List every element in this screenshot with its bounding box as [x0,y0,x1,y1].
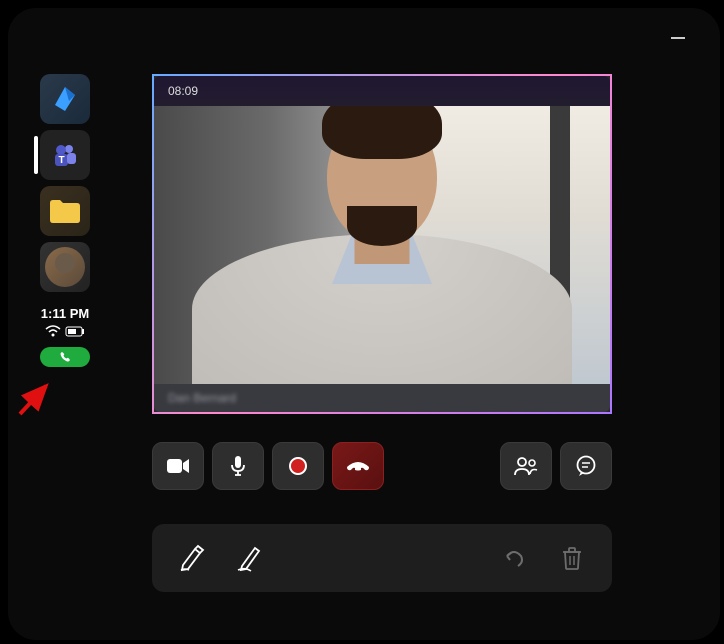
folder-icon [48,197,82,225]
person-beard [347,206,417,246]
pen-icon [235,543,265,573]
call-controls-left [152,442,384,490]
participants-button[interactable] [500,442,552,490]
microphone-button[interactable] [212,442,264,490]
call-controls [152,442,612,490]
minimize-icon [671,37,685,39]
camera-button[interactable] [152,442,204,490]
call-timer: 08:09 [168,84,198,98]
minimize-button[interactable] [668,28,688,48]
person-hair [322,106,442,159]
chat-button[interactable] [560,442,612,490]
phone-icon [59,351,71,363]
status-area: 1:11 PM [40,306,90,367]
pen-button[interactable] [232,540,268,576]
highlighter-icon [177,543,207,573]
delete-button[interactable] [554,540,590,576]
video-feed[interactable] [154,106,610,384]
highlighter-button[interactable] [174,540,210,576]
camera-icon [166,457,190,475]
battery-icon [65,326,85,337]
wifi-icon [45,325,61,337]
annotation-tools-right [496,540,590,576]
people-icon [514,456,538,476]
device-frame: T 1:11 PM [8,8,720,640]
sidebar-app-dynamics[interactable] [40,74,90,124]
trash-icon [562,546,582,570]
avatar-icon [45,247,85,287]
svg-text:T: T [58,155,64,166]
annotation-tools-left [174,540,268,576]
call-controls-right [500,442,612,490]
active-call-pill[interactable] [40,347,90,367]
teams-icon: T [49,139,81,171]
video-header: 08:09 [154,76,610,106]
record-icon [289,457,307,475]
status-icons [45,325,85,337]
microphone-icon [230,455,246,477]
dynamics-icon [49,83,81,115]
record-button[interactable] [272,442,324,490]
sidebar-app-profile[interactable] [40,242,90,292]
clock-time: 1:11 PM [41,306,89,321]
annotation-toolbar [152,524,612,592]
hangup-icon [345,459,371,473]
video-footer: Dan Bernard [154,384,610,412]
undo-button[interactable] [496,540,532,576]
chat-icon [575,455,597,477]
sidebar-app-teams[interactable]: T [40,130,90,180]
participant-name: Dan Bernard [168,391,236,405]
app-sidebar: T 1:11 PM [38,74,92,367]
sidebar-app-files[interactable] [40,186,90,236]
arrow-annotation [16,378,56,418]
hangup-button[interactable] [332,442,384,490]
video-panel: 08:09 Dan Bernard [152,74,612,414]
undo-icon [502,546,526,570]
